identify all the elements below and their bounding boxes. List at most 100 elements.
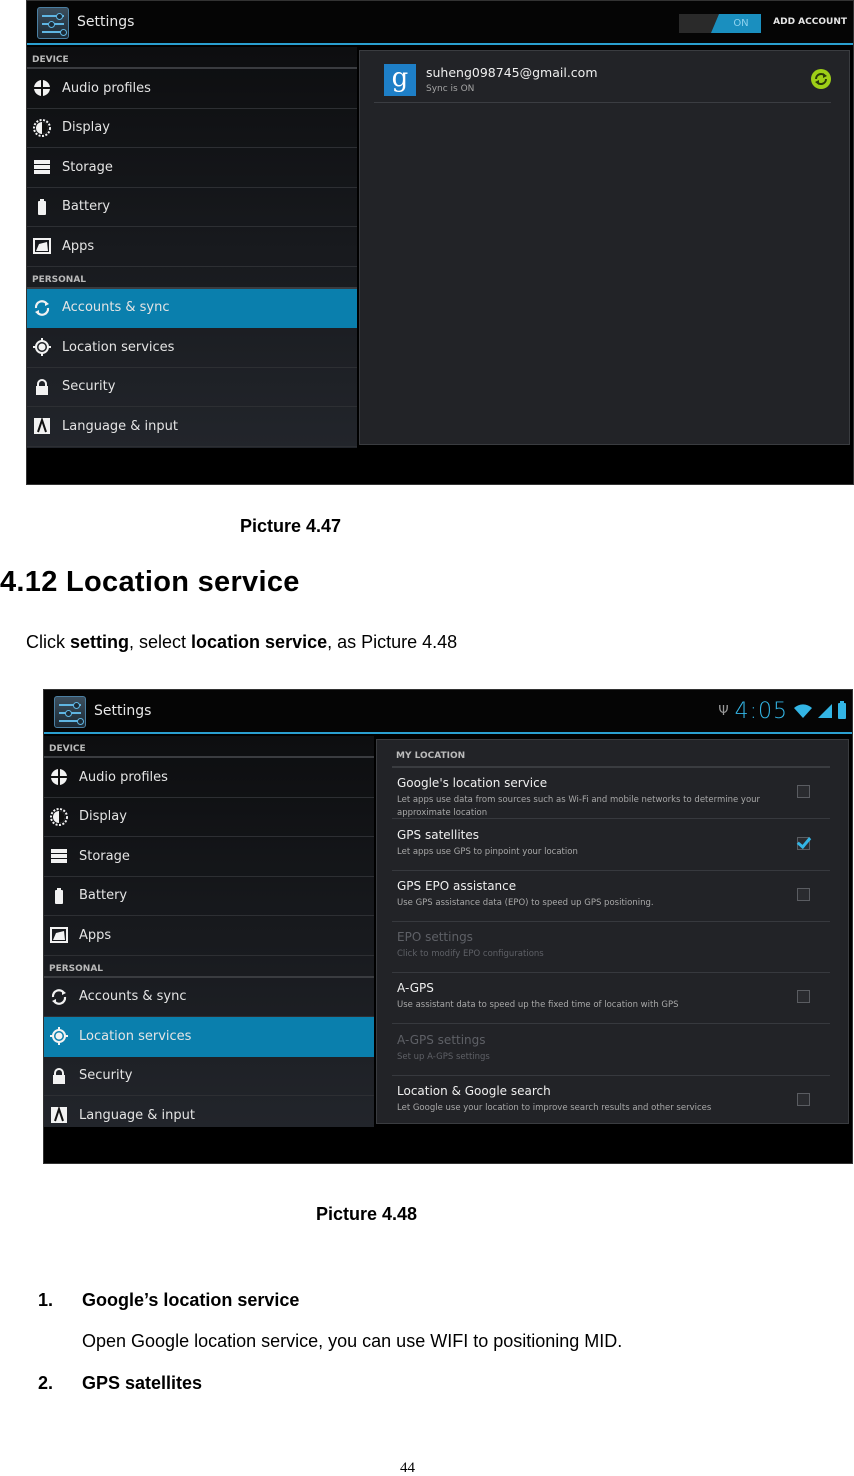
my-location-header: MY LOCATION xyxy=(392,746,830,768)
wifi-icon xyxy=(794,704,812,718)
add-account-button[interactable]: ADD ACCOUNT xyxy=(773,17,847,27)
settings-app-icon[interactable] xyxy=(37,7,69,39)
apps-icon xyxy=(33,237,51,255)
sidebar-item-accounts-sync[interactable]: Accounts & sync xyxy=(27,288,357,328)
sidebar-item-label: Language & input xyxy=(79,1107,195,1123)
settings-app-icon[interactable] xyxy=(54,696,86,728)
pref-summary: Click to modify EPO configurations xyxy=(397,949,544,959)
pref-epo-settings: EPO settings Click to modify EPO configu… xyxy=(392,922,830,973)
intro-paragraph: Click setting, select location service, … xyxy=(26,632,457,653)
sidebar-item-location-services[interactable]: Location services xyxy=(27,328,357,368)
audio-profiles-icon xyxy=(33,79,51,98)
sidebar-item-storage[interactable]: Storage xyxy=(44,837,374,877)
sidebar-item-language-input[interactable]: Language & input xyxy=(44,1096,374,1127)
section-device: DEVICE xyxy=(44,736,374,758)
sidebar-item-battery[interactable]: Battery xyxy=(27,188,357,227)
checkbox-gps-epo[interactable] xyxy=(797,888,810,901)
sidebar-item-apps[interactable]: Apps xyxy=(27,227,357,267)
battery-icon xyxy=(50,887,68,905)
pref-title: GPS EPO assistance xyxy=(397,879,517,893)
pref-gps-epo-assistance[interactable]: GPS EPO assistance Use GPS assistance da… xyxy=(392,871,830,922)
sync-icon xyxy=(50,988,68,1006)
battery-icon xyxy=(33,198,51,216)
caption-picture-4-48: Picture 4.48 xyxy=(316,1204,418,1224)
display-icon xyxy=(50,807,68,826)
pref-location-google-search[interactable]: Location & Google search Let Google use … xyxy=(392,1076,830,1123)
sync-toggle[interactable]: ON xyxy=(679,14,761,33)
sync-status-icon xyxy=(811,69,831,89)
language-icon xyxy=(33,417,51,435)
lock-icon xyxy=(50,1067,68,1085)
sidebar-item-label: Language & input xyxy=(62,418,178,434)
audio-profiles-icon xyxy=(50,768,68,787)
sidebar-item-storage[interactable]: Storage xyxy=(27,148,357,188)
checkbox-location-google-search[interactable] xyxy=(797,1093,810,1106)
section-personal: PERSONAL xyxy=(27,267,357,289)
list-number: 1. xyxy=(38,1290,54,1310)
pref-summary: Let apps use data from sources such as W… xyxy=(397,795,761,818)
account-row[interactable]: g suheng098745@gmail.com Sync is ON xyxy=(374,59,831,103)
page-number: 44 xyxy=(400,1460,415,1476)
sidebar-item-audio-profiles[interactable]: Audio profiles xyxy=(27,69,357,109)
intro-bold-location-service: location service xyxy=(191,632,328,652)
location-icon xyxy=(33,338,51,357)
pref-title: A-GPS settings xyxy=(397,1033,486,1047)
location-panel: MY LOCATION Google's location service Le… xyxy=(376,736,852,1127)
sidebar-item-location-services[interactable]: Location services xyxy=(44,1017,374,1057)
settings-sidebar: DEVICE Audio profiles Display Storage Ba… xyxy=(27,47,357,448)
pref-a-gps[interactable]: A-GPS Use assistant data to speed up the… xyxy=(392,973,830,1024)
sidebar-item-accounts-sync[interactable]: Accounts & sync xyxy=(44,978,374,1017)
sidebar-item-security[interactable]: Security xyxy=(44,1057,374,1096)
sidebar-item-display[interactable]: Display xyxy=(27,109,357,148)
intro-bold-setting: setting xyxy=(70,632,130,652)
pref-gps-satellites[interactable]: GPS satellites Let apps use GPS to pinpo… xyxy=(392,820,830,871)
sidebar-item-battery[interactable]: Battery xyxy=(44,877,374,916)
pref-title: EPO settings xyxy=(397,930,473,944)
checkbox-a-gps[interactable] xyxy=(797,990,810,1003)
sidebar-item-display[interactable]: Display xyxy=(44,798,374,837)
pref-title: A-GPS xyxy=(397,981,434,995)
signal-icon xyxy=(818,704,832,718)
battery-status-icon xyxy=(838,701,846,719)
pref-summary: Let Google use your location to improve … xyxy=(397,1103,712,1113)
checkbox-google-location[interactable] xyxy=(797,785,810,798)
app-title: Settings xyxy=(77,14,135,30)
sidebar-item-label: Location services xyxy=(79,1028,192,1044)
sidebar-item-label: Storage xyxy=(62,159,113,175)
list-title: Google’s location service xyxy=(82,1290,300,1310)
sidebar-item-security[interactable]: Security xyxy=(27,368,357,407)
sidebar-item-label: Display xyxy=(62,120,110,136)
sidebar-item-label: Location services xyxy=(62,339,175,355)
pref-summary: Use GPS assistance data (EPO) to speed u… xyxy=(397,898,654,908)
intro-text: , as Picture 4.48 xyxy=(327,632,458,652)
checkbox-gps-satellites[interactable] xyxy=(797,837,810,850)
account-sync-status: Sync is ON xyxy=(426,84,475,94)
lock-icon xyxy=(33,378,51,396)
pref-summary: Let apps use GPS to pinpoint your locati… xyxy=(397,847,578,857)
sidebar-item-apps[interactable]: Apps xyxy=(44,916,374,956)
sync-icon xyxy=(33,299,51,317)
sidebar-item-label: Audio profiles xyxy=(62,80,151,96)
sidebar-item-language-input[interactable]: Language & input xyxy=(27,407,357,447)
system-nav-bar xyxy=(44,1127,852,1163)
pref-summary: Use assistant data to speed up the fixed… xyxy=(397,1000,679,1010)
usb-icon: Ψ xyxy=(718,703,729,719)
sidebar-item-label: Accounts & sync xyxy=(79,989,187,1005)
caption-picture-4-47: Picture 4.47 xyxy=(240,516,342,536)
pref-google-location-service[interactable]: Google's location service Let apps use d… xyxy=(392,768,830,819)
screenshot-location-services: Settings Ψ 4:05 DEVICE Audio profiles Di… xyxy=(43,689,853,1164)
sidebar-item-label: Display xyxy=(79,809,127,825)
list-item-google-location: 1. Google’s location service xyxy=(38,1290,299,1311)
section-personal: PERSONAL xyxy=(44,956,374,978)
pref-title: Google's location service xyxy=(397,776,548,790)
pref-title: GPS satellites xyxy=(397,828,480,842)
clock: 4:05 xyxy=(734,698,788,724)
sidebar-item-label: Security xyxy=(62,379,116,395)
section-heading: 4.12 Location service xyxy=(0,566,300,598)
app-title: Settings xyxy=(94,703,152,719)
apps-icon xyxy=(50,926,68,944)
sidebar-item-audio-profiles[interactable]: Audio profiles xyxy=(44,758,374,798)
system-nav-bar xyxy=(27,448,853,484)
account-email: suheng098745@gmail.com xyxy=(426,65,598,80)
location-icon xyxy=(50,1027,68,1046)
